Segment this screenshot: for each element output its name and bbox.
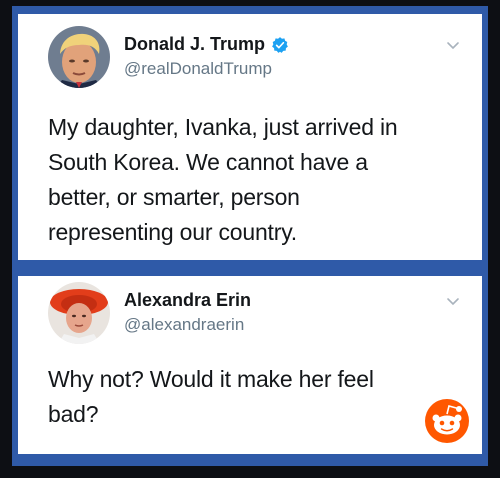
display-name[interactable]: Donald J. Trump [124, 34, 289, 55]
tweet-text-line: My daughter, Ivanka, just arrived in [48, 114, 398, 140]
user-handle[interactable]: @realDonaldTrump [124, 59, 272, 79]
display-name-text[interactable]: Alexandra Erin [124, 290, 251, 311]
chevron-down-icon[interactable] [446, 294, 460, 308]
avatar-alexandra[interactable] [48, 282, 110, 344]
verified-badge-icon [272, 36, 288, 53]
tweet-text: My daughter, Ivanka, just arrived in Sou… [48, 110, 462, 250]
tweet-text: Why not? Would it make her feel bad? [48, 362, 462, 432]
tweet-text-line: bad? [48, 401, 99, 427]
tweet-text-line: representing our country. [48, 219, 297, 245]
user-handle[interactable]: @alexandraerin [124, 315, 244, 335]
tweet-text-line: Why not? Would it make her feel [48, 366, 374, 392]
display-name[interactable]: Alexandra Erin [124, 290, 251, 311]
tweet-card-trump[interactable]: Donald J. Trump @realDonaldTrump My daug… [18, 14, 482, 260]
tweet-text-line: better, or smarter, person [48, 184, 300, 210]
tweet-card-reply[interactable]: Alexandra Erin @alexandraerin Why not? W… [18, 276, 482, 454]
avatar-trump[interactable] [48, 26, 110, 88]
reddit-snoo-icon [425, 399, 469, 443]
tweet-text-line: South Korea. We cannot have a [48, 149, 368, 175]
chevron-down-icon[interactable] [446, 38, 460, 52]
display-name-text[interactable]: Donald J. Trump [124, 34, 265, 55]
